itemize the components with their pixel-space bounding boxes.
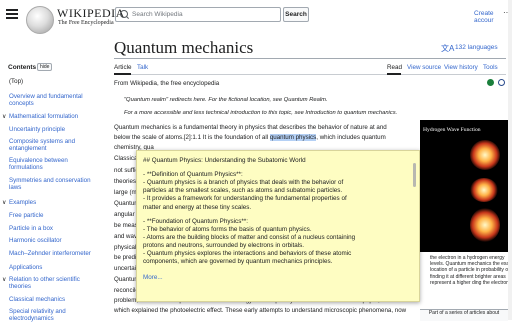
search-button[interactable]: Search <box>283 7 309 22</box>
hatnote-intro: For a more accessible and less technical… <box>124 110 398 116</box>
toc-item[interactable]: theories <box>9 283 31 291</box>
site-sub: From Wikipedia, the free encyclopedia <box>114 80 220 87</box>
popup-line: particles at the smallest scales, such a… <box>143 187 343 195</box>
toc-item[interactable]: Free particle <box>9 212 43 220</box>
toc-item[interactable]: Examples <box>9 199 36 207</box>
hatnote-redirect: "Quantum realm" redirects here. For the … <box>124 97 328 103</box>
toc-item[interactable]: laws <box>9 184 21 192</box>
add-icon[interactable] <box>498 79 505 86</box>
toc-item[interactable]: Uncertainty principle <box>9 126 65 134</box>
popup-scrollbar[interactable] <box>413 163 416 187</box>
page-scrollbar[interactable] <box>508 0 512 320</box>
toc-item[interactable]: Classical mechanics <box>9 296 65 304</box>
language-icon: 文A <box>441 44 455 53</box>
body-text: Quantum mechanics is a fundamental theor… <box>114 124 387 131</box>
good-article-icon <box>487 79 494 86</box>
tab-article-underline <box>114 73 131 75</box>
toc-item[interactable]: concepts <box>9 100 34 108</box>
tab-view-history[interactable]: View history <box>444 64 478 71</box>
orbital-image <box>470 178 498 202</box>
body-text: , which includes quantum <box>316 134 386 141</box>
search-icon <box>120 10 128 18</box>
popup-line: - The behavior of atoms forms the basis … <box>143 225 312 233</box>
popup-line: - It provides a framework for understand… <box>143 195 347 203</box>
toc-hide-button[interactable]: hide <box>37 63 53 71</box>
infobox-image-title: Hydrogen Wave Function <box>423 127 481 133</box>
toc-item[interactable]: electrodynamics <box>9 315 54 323</box>
body-line: which explained the photoelectric effect… <box>114 307 406 315</box>
page-title: Quantum mechanics <box>114 38 254 57</box>
popup-line: - Quantum physics explores the interacti… <box>143 250 352 257</box>
search-placeholder: Search Wikipedia <box>132 11 183 18</box>
toc-item[interactable]: Harmonic oscillator <box>9 237 62 245</box>
body-text: below the scale of atoms.[2]:1.1 It is t… <box>114 134 270 141</box>
series-box: Part of a series of articles about <box>420 309 508 321</box>
toc-item[interactable]: formulations <box>9 164 43 172</box>
title-divider <box>114 58 506 59</box>
chevron-down-icon[interactable]: ∨ <box>2 276 6 283</box>
toc-heading: Contents <box>8 64 37 71</box>
tab-view-source[interactable]: View source <box>407 64 441 71</box>
toc-item[interactable]: entanglement <box>9 145 47 153</box>
toc-item[interactable]: Mach–Zehnder interferometer <box>9 250 91 258</box>
toc-item[interactable]: (Top) <box>9 78 23 86</box>
body-text: which explained the photoelectric effect… <box>114 307 407 314</box>
tab-read[interactable]: Read <box>387 64 402 71</box>
tab-talk[interactable]: Talk <box>137 64 148 71</box>
toc-item[interactable]: Particle in a box <box>9 225 53 233</box>
ai-summary-popup[interactable]: ## Quantum Physics: Understanding the Su… <box>136 150 420 302</box>
orbital-image <box>470 208 500 242</box>
body-line: Quantum mechanics is a fundamental theor… <box>114 124 387 132</box>
popup-more-link[interactable]: More... <box>143 274 163 282</box>
body-line: below the scale of atoms.[2]:1.1 It is t… <box>114 134 386 142</box>
languages-button[interactable]: 132 languages <box>455 44 498 51</box>
highlighted-selection[interactable]: quantum physics <box>269 134 317 141</box>
search-input[interactable]: Search Wikipedia <box>115 7 281 22</box>
infobox-caption: the electron in a hydrogen energy levels… <box>430 255 512 286</box>
popup-line: - Atoms are the building blocks of matte… <box>143 233 356 241</box>
tab-article[interactable]: Article <box>114 64 132 71</box>
popup-line: - **Definition of Quantum Physics**: <box>143 171 243 179</box>
orbital-image <box>470 140 500 170</box>
toc-item[interactable]: Applications <box>9 264 42 272</box>
popup-line: matter and energy at these tiny scales. <box>143 203 252 211</box>
tabs-divider <box>114 74 506 75</box>
chevron-down-icon[interactable]: ∨ <box>2 113 6 120</box>
toc-item[interactable]: Mathematical formulation <box>9 113 78 121</box>
popup-line: components, which are governed by quantu… <box>143 258 333 266</box>
popup-line: ## Quantum Physics: Understanding the Su… <box>143 157 306 164</box>
popup-line: - **Foundation of Quantum Physics**: <box>143 217 249 225</box>
popup-line: protons and neutrons, surrounded by elec… <box>143 241 305 249</box>
tab-read-underline <box>387 73 401 75</box>
tab-tools[interactable]: Tools <box>483 64 498 71</box>
wikipedia-tagline: The Free Encyclopedia <box>58 20 114 26</box>
popup-line: - Quantum physics is a branch of physics… <box>143 179 344 187</box>
chevron-down-icon[interactable]: ∨ <box>2 199 6 206</box>
main-menu-icon[interactable] <box>6 9 18 19</box>
wikipedia-globe-logo[interactable] <box>26 6 54 34</box>
